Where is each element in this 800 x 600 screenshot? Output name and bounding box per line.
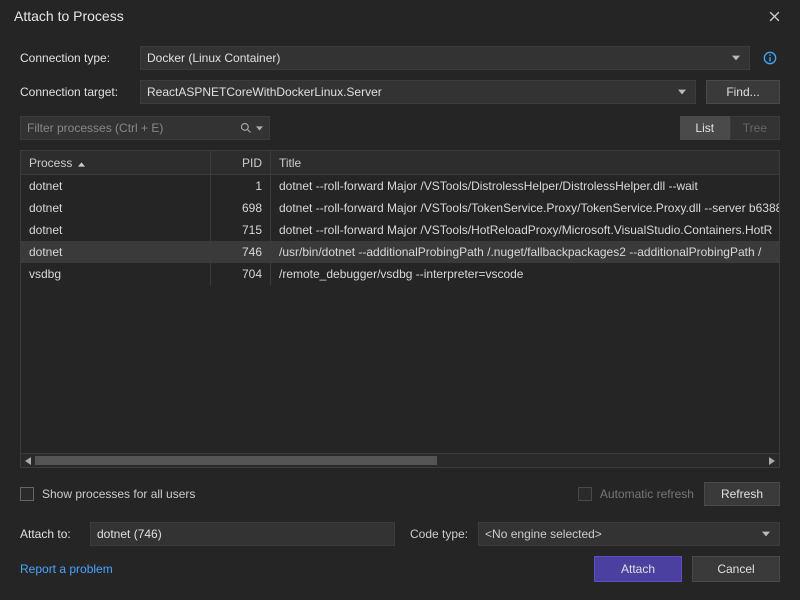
column-process[interactable]: Process [21, 151, 211, 174]
code-type-dropdown[interactable]: <No engine selected> [478, 522, 780, 546]
scroll-right-icon[interactable] [765, 454, 779, 467]
cancel-button[interactable]: Cancel [692, 556, 780, 582]
dialog-footer: Report a problem Attach Cancel [0, 556, 800, 600]
filter-input[interactable]: Filter processes (Ctrl + E) [20, 116, 270, 140]
code-type-value: <No engine selected> [485, 527, 602, 541]
show-all-users-checkbox[interactable]: Show processes for all users [20, 487, 195, 501]
table-row[interactable]: dotnet715dotnet --roll-forward Major /VS… [21, 219, 779, 241]
connection-type-value: Docker (Linux Container) [147, 51, 280, 65]
tree-view-button[interactable]: Tree [730, 116, 780, 140]
connection-type-label: Connection type: [20, 51, 130, 65]
cell-pid: 715 [211, 219, 271, 241]
table-row[interactable]: dotnet746/usr/bin/dotnet --additionalPro… [21, 241, 779, 263]
connection-target-row: Connection target: ReactASPNETCoreWithDo… [20, 80, 780, 104]
cell-title: /usr/bin/dotnet --additionalProbingPath … [271, 241, 779, 263]
view-toggle: List Tree [680, 116, 780, 140]
attach-to-process-dialog: Attach to Process Connection type: Docke… [0, 0, 800, 600]
table-row[interactable]: vsdbg704/remote_debugger/vsdbg --interpr… [21, 263, 779, 285]
process-table: Process PID Title dotnet1dotnet --roll-f… [20, 150, 780, 468]
window-title: Attach to Process [14, 8, 124, 24]
cell-process: dotnet [21, 175, 211, 197]
cell-process: dotnet [21, 219, 211, 241]
chevron-down-icon [675, 85, 689, 99]
checkbox-icon [578, 487, 592, 501]
attach-to-value: dotnet (746) [97, 527, 162, 541]
titlebar: Attach to Process [0, 0, 800, 32]
dialog-content: Connection type: Docker (Linux Container… [0, 32, 800, 556]
refresh-button[interactable]: Refresh [704, 482, 780, 506]
table-row[interactable]: dotnet1dotnet --roll-forward Major /VSTo… [21, 175, 779, 197]
report-problem-link[interactable]: Report a problem [20, 562, 113, 576]
show-all-users-label: Show processes for all users [42, 487, 195, 501]
scroll-left-icon[interactable] [21, 454, 35, 467]
cell-title: /remote_debugger/vsdbg --interpreter=vsc… [271, 263, 779, 285]
column-pid[interactable]: PID [211, 151, 271, 174]
attach-to-input[interactable]: dotnet (746) [90, 522, 395, 546]
info-icon[interactable] [760, 48, 780, 68]
table-header: Process PID Title [21, 151, 779, 175]
sort-asc-icon [78, 156, 85, 170]
list-view-button[interactable]: List [680, 116, 730, 140]
cell-process: vsdbg [21, 263, 211, 285]
cell-pid: 1 [211, 175, 271, 197]
cell-title: dotnet --roll-forward Major /VSTools/Hot… [271, 219, 779, 241]
cell-process: dotnet [21, 197, 211, 219]
cell-process: dotnet [21, 241, 211, 263]
cell-pid: 698 [211, 197, 271, 219]
connection-target-value: ReactASPNETCoreWithDockerLinux.Server [147, 85, 382, 99]
cell-pid: 704 [211, 263, 271, 285]
cell-title: dotnet --roll-forward Major /VSTools/Tok… [271, 197, 779, 219]
connection-type-row: Connection type: Docker (Linux Container… [20, 46, 780, 70]
close-icon[interactable] [758, 6, 790, 26]
connection-target-dropdown[interactable]: ReactASPNETCoreWithDockerLinux.Server [140, 80, 696, 104]
checkbox-icon [20, 487, 34, 501]
automatic-refresh-checkbox[interactable]: Automatic refresh [578, 487, 694, 501]
cell-pid: 746 [211, 241, 271, 263]
find-button[interactable]: Find... [706, 80, 780, 104]
options-row: Show processes for all users Automatic r… [20, 482, 780, 506]
filter-placeholder: Filter processes (Ctrl + E) [27, 121, 163, 135]
column-title[interactable]: Title [271, 151, 779, 174]
attach-fields-row: Attach to: dotnet (746) Code type: <No e… [20, 522, 780, 546]
table-row[interactable]: dotnet698dotnet --roll-forward Major /VS… [21, 197, 779, 219]
filter-row: Filter processes (Ctrl + E) List Tree [20, 116, 780, 140]
attach-to-label: Attach to: [20, 527, 80, 541]
scrollbar-thumb[interactable] [35, 456, 437, 465]
search-icon [240, 122, 263, 134]
automatic-refresh-label: Automatic refresh [600, 487, 694, 501]
chevron-down-icon [759, 527, 773, 541]
chevron-down-icon [729, 51, 743, 65]
connection-type-dropdown[interactable]: Docker (Linux Container) [140, 46, 750, 70]
attach-button[interactable]: Attach [594, 556, 682, 582]
cell-title: dotnet --roll-forward Major /VSTools/Dis… [271, 175, 779, 197]
code-type-label: Code type: [410, 527, 468, 541]
horizontal-scrollbar[interactable] [21, 453, 779, 467]
connection-target-label: Connection target: [20, 85, 130, 99]
table-body: dotnet1dotnet --roll-forward Major /VSTo… [21, 175, 779, 453]
